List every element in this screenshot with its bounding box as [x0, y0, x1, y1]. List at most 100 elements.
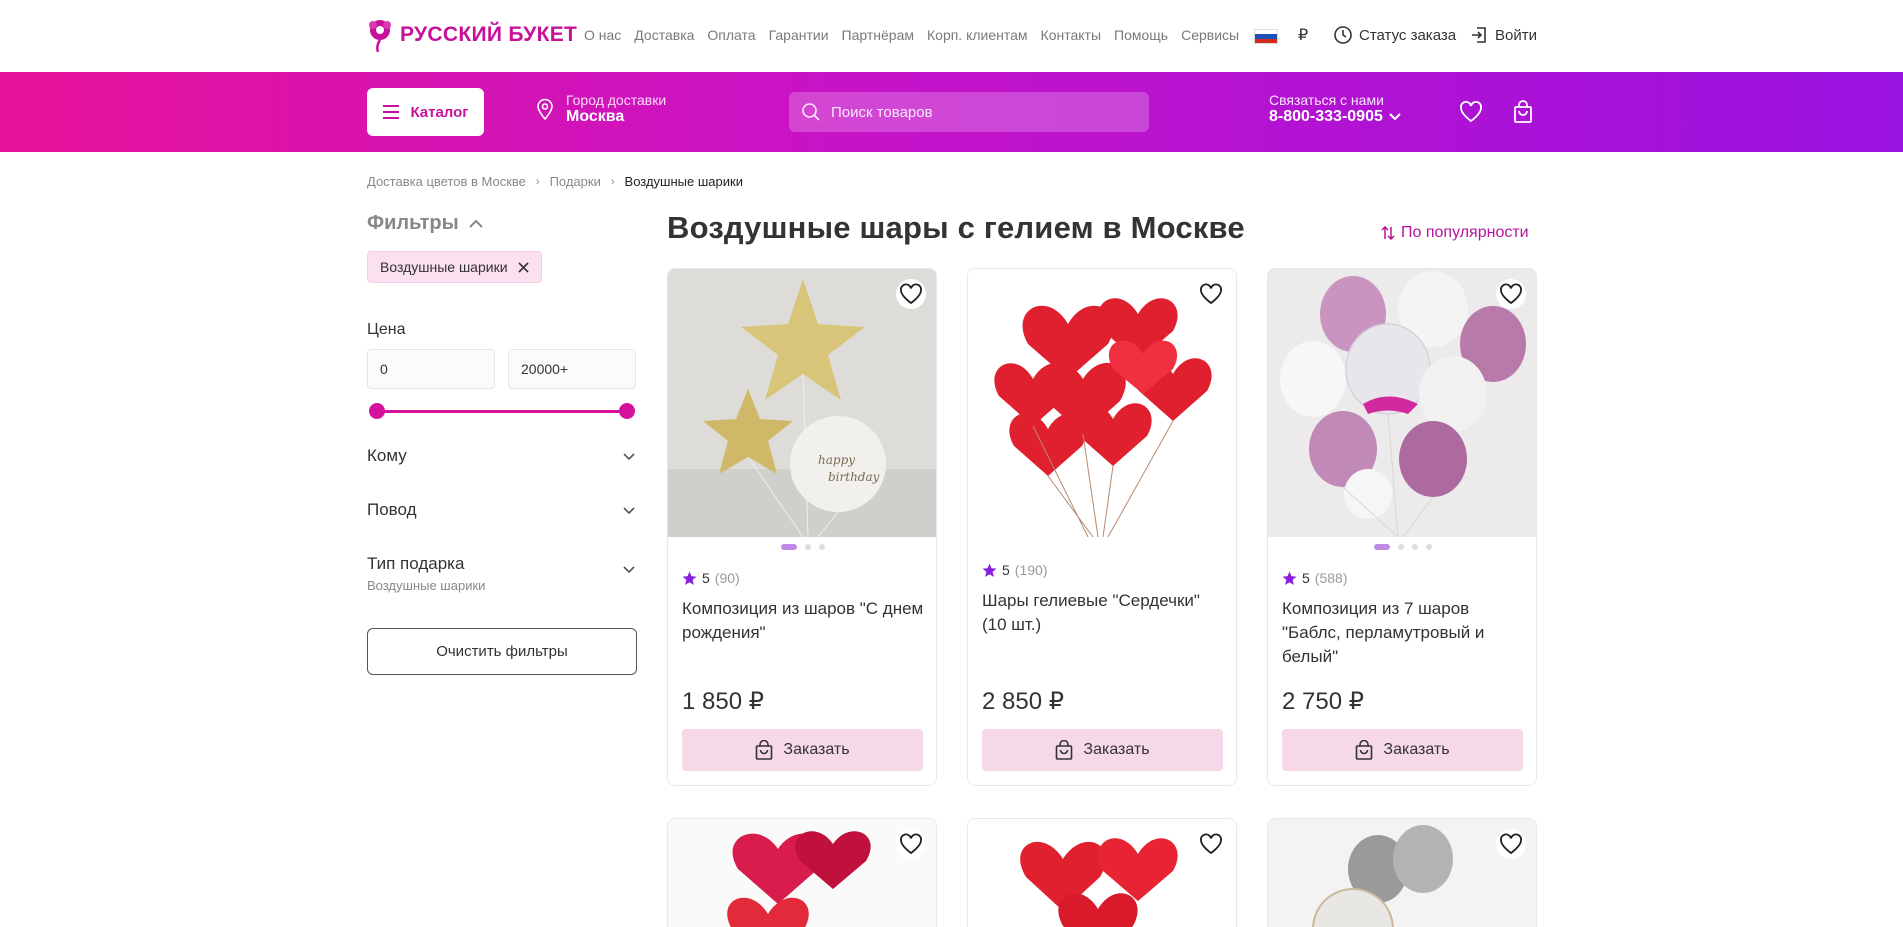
carousel-dot[interactable] — [1426, 544, 1432, 550]
nav-corporate[interactable]: Корп. клиентам — [927, 27, 1028, 43]
city-value: Москва — [566, 108, 625, 125]
order-button[interactable]: Заказать — [1282, 729, 1523, 771]
delivery-city[interactable]: Город доставки Москва — [536, 92, 666, 126]
contact-block[interactable]: Связаться с нами 8-800-333-0905 — [1269, 92, 1401, 126]
filters-toggle[interactable]: Фильтры — [367, 212, 483, 235]
image-carousel-dots — [668, 544, 936, 550]
carousel-dot[interactable] — [819, 544, 825, 550]
logo[interactable]: РУССКИЙ БУКЕТ — [366, 18, 577, 52]
cart-bag-icon[interactable] — [1511, 100, 1535, 124]
nav-services[interactable]: Сервисы — [1181, 27, 1239, 43]
catalog-label: Каталог — [410, 103, 469, 121]
nav-contacts[interactable]: Контакты — [1041, 27, 1101, 43]
russia-flag-icon[interactable] — [1254, 29, 1278, 44]
image-carousel-dots — [1268, 544, 1536, 550]
product-card[interactable]: 5 (588) Композиция из 7 шаров "Баблс, пе… — [1267, 268, 1537, 786]
rating-value: 5 — [702, 570, 710, 586]
facet-recipient[interactable]: Кому — [367, 446, 635, 466]
facet-gift-type[interactable]: Тип подарка Воздушные шарики — [367, 554, 635, 593]
search-icon — [802, 103, 820, 121]
add-to-favorites-button[interactable] — [896, 829, 926, 859]
login-link[interactable]: Войти — [1469, 25, 1537, 45]
review-count: (190) — [1014, 562, 1048, 578]
clear-filters-button[interactable]: Очистить фильтры — [367, 628, 637, 675]
carousel-dot[interactable] — [1398, 544, 1404, 550]
svg-text:birthday: birthday — [828, 470, 880, 484]
active-filter-chip: Воздушные шарики — [367, 251, 542, 283]
price-min-input[interactable]: 0 — [367, 349, 495, 389]
star-icon — [682, 571, 697, 585]
breadcrumb: Доставка цветов в Москве › Подарки › Воз… — [367, 174, 743, 189]
product-image[interactable] — [668, 819, 937, 927]
city-label: Город доставки — [566, 92, 667, 108]
order-button[interactable]: Заказать — [682, 729, 923, 771]
add-to-favorites-button[interactable] — [896, 279, 926, 309]
nav-payment[interactable]: Оплата — [707, 27, 755, 43]
heart-icon — [1500, 283, 1522, 305]
product-card[interactable] — [967, 818, 1237, 927]
product-image[interactable]: happy birthday — [668, 269, 937, 537]
price-label: Цена — [367, 321, 406, 338]
login-icon — [1472, 27, 1486, 43]
order-status-link[interactable]: Статус заказа — [1333, 25, 1456, 45]
product-name[interactable]: Шары гелиевые "Сердечки" (10 шт.) — [982, 589, 1227, 637]
order-label: Заказать — [1083, 741, 1150, 758]
contact-label: Связаться с нами — [1269, 92, 1384, 108]
nav-help[interactable]: Помощь — [1114, 27, 1168, 43]
order-label: Заказать — [1383, 741, 1450, 758]
breadcrumb-home[interactable]: Доставка цветов в Москве — [367, 174, 526, 189]
order-button[interactable]: Заказать — [982, 729, 1223, 771]
main-header: Каталог Город доставки Москва Связаться … — [0, 72, 1903, 152]
price-slider-max-handle[interactable] — [619, 403, 635, 419]
catalog-button[interactable]: Каталог — [367, 88, 484, 136]
rating-value: 5 — [1002, 562, 1010, 578]
product-name[interactable]: Композиция из шаров "С днем рождения" — [682, 597, 927, 645]
carousel-dot[interactable] — [781, 544, 797, 550]
phone-number[interactable]: 8-800-333-0905 — [1269, 108, 1401, 126]
currency-switch[interactable]: ₽ — [1298, 25, 1308, 45]
review-count: (90) — [714, 570, 740, 586]
sort-arrows-icon — [1381, 226, 1395, 240]
product-image[interactable] — [968, 269, 1237, 537]
breadcrumb-gifts[interactable]: Подарки — [550, 174, 601, 189]
nav-delivery[interactable]: Доставка — [634, 27, 694, 43]
product-name[interactable]: Композиция из 7 шаров "Баблс, перламутро… — [1282, 597, 1527, 669]
heart-icon — [900, 833, 922, 855]
star-icon — [982, 563, 997, 577]
nav-partners[interactable]: Партнёрам — [842, 27, 914, 43]
product-image[interactable] — [1268, 819, 1537, 927]
breadcrumb-current: Воздушные шарики — [624, 174, 743, 189]
product-price: 2 850 ₽ — [982, 688, 1064, 715]
chevron-down-icon — [1389, 113, 1401, 121]
carousel-dot[interactable] — [805, 544, 811, 550]
product-card[interactable]: 5 (190) Шары гелиевые "Сердечки" (10 шт.… — [967, 268, 1237, 786]
flower-logo-icon — [369, 20, 391, 52]
close-icon[interactable] — [517, 261, 529, 273]
sort-dropdown[interactable]: По популярности — [1381, 224, 1529, 242]
product-card[interactable] — [667, 818, 937, 927]
product-image[interactable] — [968, 819, 1237, 927]
carousel-dot[interactable] — [1374, 544, 1390, 550]
add-to-favorites-button[interactable] — [1496, 279, 1526, 309]
product-card[interactable] — [1267, 818, 1537, 927]
carousel-dot[interactable] — [1412, 544, 1418, 550]
search-box[interactable] — [789, 92, 1149, 132]
login-label: Войти — [1495, 26, 1537, 44]
price-slider-min-handle[interactable] — [369, 403, 385, 419]
product-card[interactable]: happy birthday 5 (90) Композиция из шаро… — [667, 268, 937, 786]
search-input[interactable] — [831, 103, 1131, 121]
add-to-favorites-button[interactable] — [1196, 829, 1226, 859]
shopping-bag-icon — [1356, 740, 1373, 760]
order-label: Заказать — [783, 741, 850, 758]
favorites-heart-icon[interactable] — [1459, 100, 1483, 124]
add-to-favorites-button[interactable] — [1196, 279, 1226, 309]
price-max-input[interactable]: 20000+ — [508, 349, 636, 389]
product-image[interactable] — [1268, 269, 1537, 537]
chevron-up-icon — [468, 219, 483, 228]
add-to-favorites-button[interactable] — [1496, 829, 1526, 859]
facet-occasion[interactable]: Повод — [367, 500, 635, 520]
nav-about[interactable]: О нас — [584, 27, 621, 43]
rating-value: 5 — [1302, 570, 1310, 586]
sort-label: По популярности — [1401, 224, 1529, 241]
nav-guarantees[interactable]: Гарантии — [769, 27, 829, 43]
